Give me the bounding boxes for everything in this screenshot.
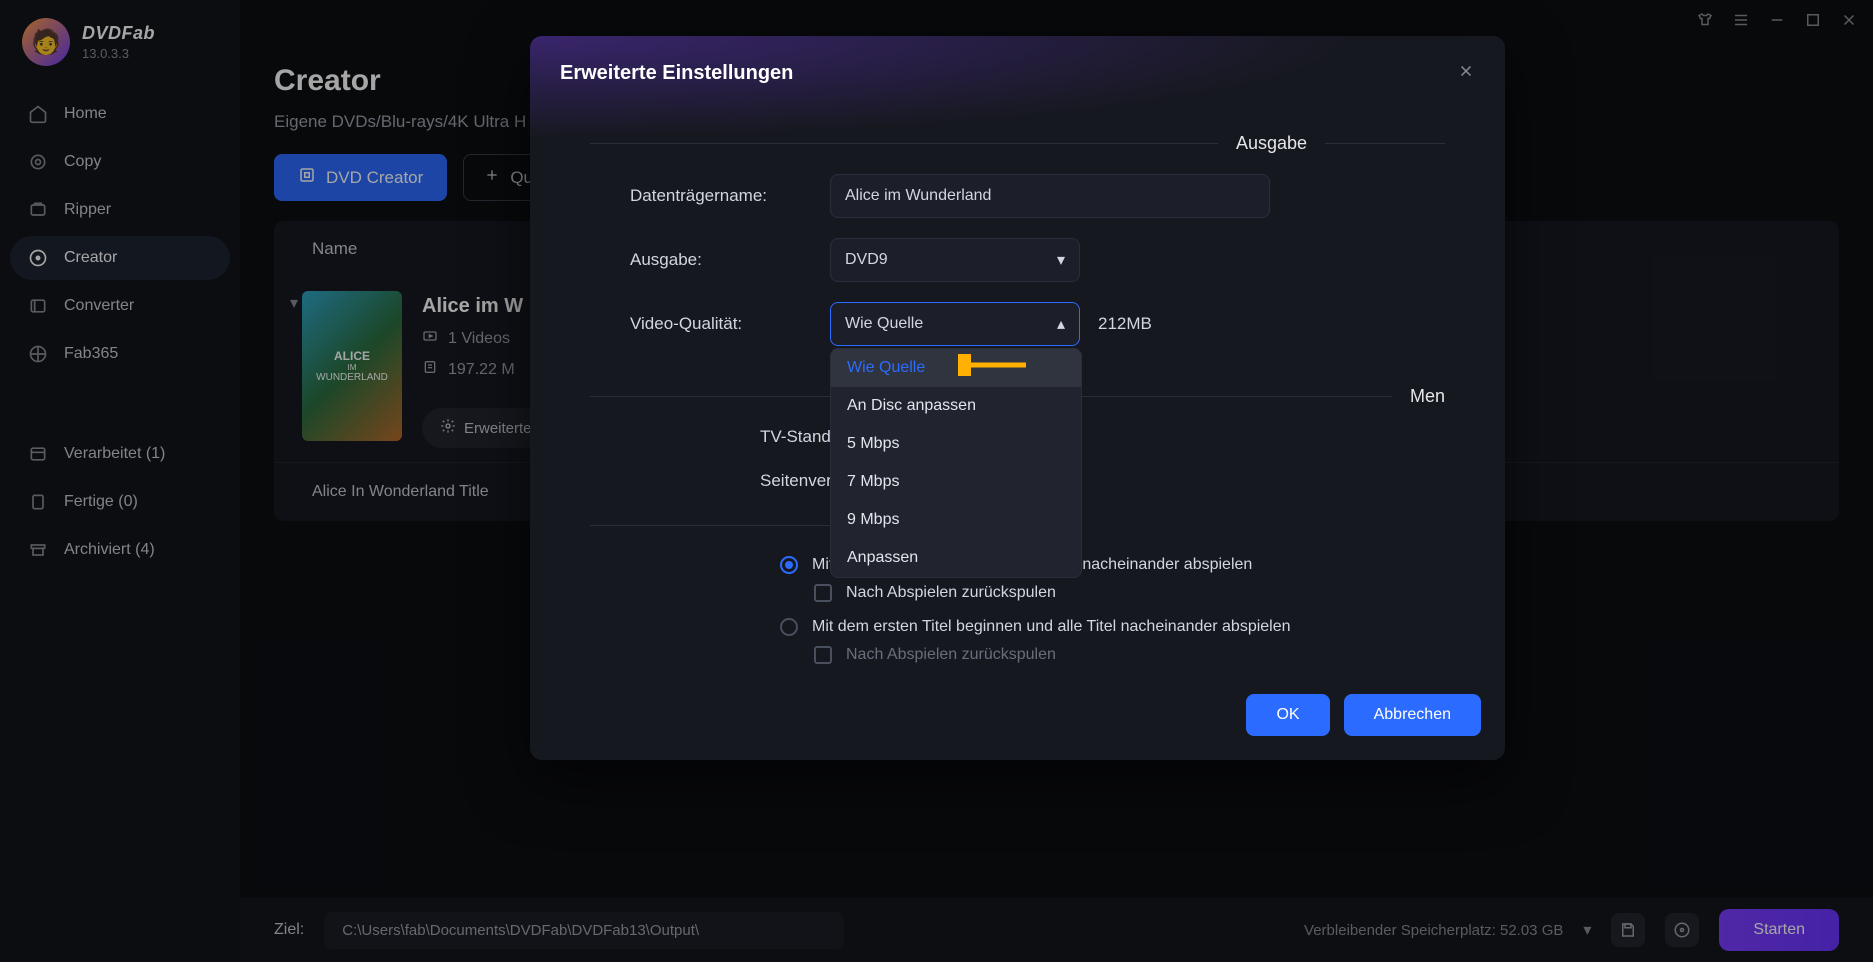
quality-dropdown: Wie Quelle An Disc anpassen 5 Mbps 7 Mbp…: [830, 348, 1082, 578]
disc-name-label: Datenträgername:: [590, 186, 830, 206]
checkbox-icon: [814, 584, 832, 602]
chevron-down-icon: ▾: [1057, 250, 1065, 270]
playback-option-first[interactable]: Mit dem ersten Titel beginnen und alle T…: [780, 618, 1445, 636]
output-select[interactable]: DVD9▾: [830, 238, 1080, 282]
radio-unchecked-icon: [780, 618, 798, 636]
rewind-checkbox-disabled: Nach Abspielen zurückspulen: [780, 646, 1445, 664]
advanced-settings-modal: Erweiterte Einstellungen Ausgabe Datentr…: [530, 36, 1505, 760]
checkbox-icon: [814, 646, 832, 664]
ok-button[interactable]: OK: [1246, 694, 1329, 736]
quality-select[interactable]: Wie Quelle▴: [830, 302, 1080, 346]
quality-option[interactable]: An Disc anpassen: [831, 387, 1081, 425]
quality-option[interactable]: Wie Quelle: [831, 349, 1081, 387]
quality-size: 212MB: [1098, 314, 1152, 334]
quality-label: Video-Qualität:: [590, 314, 830, 334]
close-icon[interactable]: [1457, 62, 1475, 85]
quality-option[interactable]: 9 Mbps: [831, 501, 1081, 539]
disc-name-input[interactable]: [830, 174, 1270, 218]
quality-option[interactable]: 5 Mbps: [831, 425, 1081, 463]
chevron-up-icon: ▴: [1057, 314, 1065, 334]
cancel-button[interactable]: Abbrechen: [1344, 694, 1481, 736]
rewind-checkbox[interactable]: Nach Abspielen zurückspulen: [780, 584, 1445, 602]
modal-title: Erweiterte Einstellungen: [560, 62, 793, 85]
arrow-annotation-icon: [958, 354, 1028, 376]
quality-option[interactable]: 7 Mbps: [831, 463, 1081, 501]
output-label: Ausgabe:: [590, 250, 830, 270]
radio-checked-icon: [780, 556, 798, 574]
quality-option[interactable]: Anpassen: [831, 539, 1081, 577]
section-output-title: Ausgabe: [1236, 133, 1307, 154]
section-menu-title: Men: [1410, 386, 1445, 407]
